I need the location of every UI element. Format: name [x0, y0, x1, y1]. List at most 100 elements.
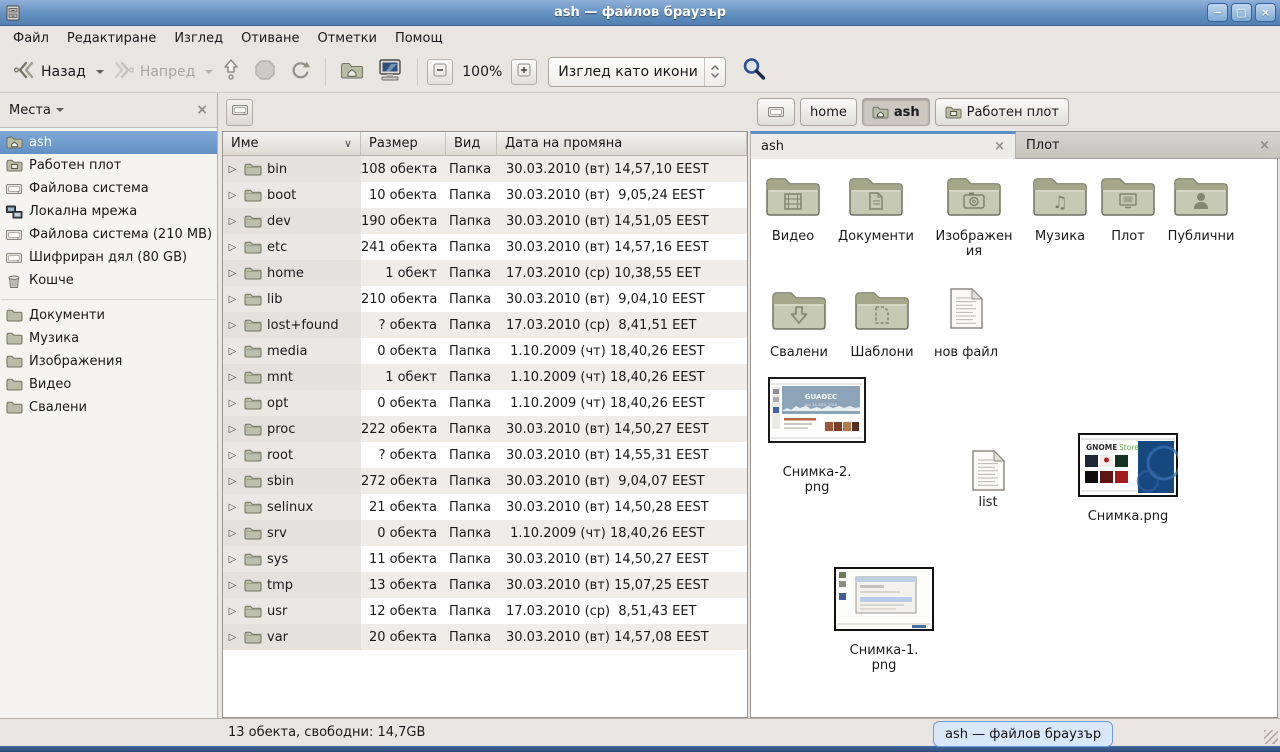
- icon-item-templates[interactable]: Шаблони: [837, 287, 927, 360]
- reload-button[interactable]: [284, 55, 316, 89]
- table-row[interactable]: ▷mnt1 обектПапка 1.10.2009 (чт) 18,40,26…: [223, 364, 747, 390]
- sidebar-item[interactable]: Кошче: [0, 269, 217, 292]
- tab-Плот[interactable]: Плот×: [1016, 131, 1280, 159]
- table-row[interactable]: ▷srv0 обектаПапка 1.10.2009 (чт) 18,40,2…: [223, 520, 747, 546]
- table-row[interactable]: ▷selinux21 обектаПапка30.03.2010 (вт) 14…: [223, 494, 747, 520]
- table-row[interactable]: ▷opt0 обектаПапка 1.10.2009 (чт) 18,40,2…: [223, 390, 747, 416]
- icon-view[interactable]: ВидеоДокументиИзображения♫МузикаПлотПубл…: [750, 159, 1278, 718]
- column-header[interactable]: Дата на промяна: [497, 132, 747, 156]
- column-header[interactable]: Размер: [361, 132, 446, 156]
- minimize-button[interactable]: −: [1207, 3, 1228, 22]
- expander-icon[interactable]: ▷: [226, 190, 239, 201]
- filesystem-root-button[interactable]: [226, 99, 253, 126]
- sidebar-item[interactable]: Шифриран дял (80 GB): [0, 246, 217, 269]
- sidebar-item[interactable]: Музика: [0, 327, 217, 350]
- menu-item[interactable]: Помощ: [386, 28, 452, 49]
- icon-item-snimka1[interactable]: Снимка-1.png: [829, 567, 939, 673]
- menu-item[interactable]: Отметки: [308, 28, 385, 49]
- table-row[interactable]: ▷lost+found? обектаПапка17.03.2010 (ср) …: [223, 312, 747, 338]
- path-button[interactable]: Работен плот: [935, 98, 1069, 126]
- path-button[interactable]: [757, 98, 795, 126]
- table-row[interactable]: ▷proc222 обектаПапка30.03.2010 (вт) 14,5…: [223, 416, 747, 442]
- expander-icon[interactable]: ▷: [226, 164, 239, 175]
- table-row[interactable]: ▷lib210 обектаПапка30.03.2010 (вт) 9,04,…: [223, 286, 747, 312]
- table-row[interactable]: ▷root? обектаПапка30.03.2010 (вт) 14,55,…: [223, 442, 747, 468]
- title-bar[interactable]: ash — файлов браузър − □ ×: [0, 0, 1280, 26]
- menu-item[interactable]: Редактиране: [58, 28, 165, 49]
- sidebar-item[interactable]: Локална мрежа: [0, 200, 217, 223]
- icon-item-documents[interactable]: Документи: [826, 173, 926, 244]
- expander-icon[interactable]: ▷: [226, 606, 239, 617]
- table-row[interactable]: ▷media0 обектаПапка 1.10.2009 (чт) 18,40…: [223, 338, 747, 364]
- expander-icon[interactable]: ▷: [226, 372, 239, 383]
- table-row[interactable]: ▷home1 обектПапка17.03.2010 (ср) 10,38,5…: [223, 260, 747, 286]
- table-row[interactable]: ▷sbin272 обектаПапка30.03.2010 (вт) 9,04…: [223, 468, 747, 494]
- expander-icon[interactable]: ▷: [226, 632, 239, 643]
- expander-icon[interactable]: ▷: [226, 216, 239, 227]
- expander-icon[interactable]: ▷: [226, 554, 239, 565]
- sidebar-item[interactable]: Изображения: [0, 350, 217, 373]
- sidebar-title[interactable]: Места: [9, 103, 51, 118]
- forward-button[interactable]: Напред: [107, 56, 200, 88]
- taskbar-window-button[interactable]: ash — файлов браузър: [933, 721, 1113, 747]
- chevron-down-icon[interactable]: [56, 108, 64, 112]
- menu-item[interactable]: Изглед: [165, 28, 232, 49]
- table-row[interactable]: ▷tmp13 обектаПапка30.03.2010 (вт) 15,07,…: [223, 572, 747, 598]
- table-row[interactable]: ▷dev190 обектаПапка30.03.2010 (вт) 14,51…: [223, 208, 747, 234]
- column-header[interactable]: Вид: [446, 132, 497, 156]
- icon-item-newfile[interactable]: нов файл: [921, 287, 1011, 360]
- icon-item-list[interactable]: list: [948, 449, 1028, 510]
- search-button[interactable]: [739, 54, 770, 89]
- close-button[interactable]: ×: [1255, 3, 1276, 22]
- zoom-in-button[interactable]: [511, 59, 537, 85]
- expander-icon[interactable]: ▷: [226, 346, 239, 357]
- zoom-out-button[interactable]: [427, 59, 453, 85]
- sidebar-item[interactable]: Работен плот: [0, 154, 217, 177]
- sidebar-item[interactable]: Файлова система (210 MB): [0, 223, 217, 246]
- table-row[interactable]: ▷etc241 обектаПапка30.03.2010 (вт) 14,57…: [223, 234, 747, 260]
- view-mode-select[interactable]: Изглед като икони: [548, 57, 726, 87]
- maximize-button[interactable]: □: [1231, 3, 1252, 22]
- sidebar-close-icon[interactable]: ×: [196, 102, 208, 118]
- back-button[interactable]: Назад: [8, 56, 91, 88]
- computer-button[interactable]: [372, 54, 408, 90]
- sidebar-item[interactable]: Файлова система: [0, 177, 217, 200]
- table-row[interactable]: ▷usr12 обектаПапка17.03.2010 (ср) 8,51,4…: [223, 598, 747, 624]
- table-row[interactable]: ▷var20 обектаПапка30.03.2010 (вт) 14,57,…: [223, 624, 747, 650]
- menu-item[interactable]: Отиване: [232, 28, 308, 49]
- expander-icon[interactable]: ▷: [226, 398, 239, 409]
- path-button[interactable]: home: [800, 98, 857, 126]
- column-header[interactable]: Име∨: [223, 132, 361, 156]
- expander-icon[interactable]: ▷: [226, 294, 239, 305]
- expander-icon[interactable]: ▷: [226, 580, 239, 591]
- menu-item[interactable]: Файл: [4, 28, 58, 49]
- expander-icon[interactable]: ▷: [226, 242, 239, 253]
- tab-close-icon[interactable]: ×: [1259, 138, 1270, 153]
- tab-close-icon[interactable]: ×: [994, 139, 1005, 154]
- icon-item-public[interactable]: Публични: [1153, 173, 1249, 244]
- sidebar-item[interactable]: Видео: [0, 373, 217, 396]
- tab-ash[interactable]: ash×: [750, 131, 1016, 159]
- icon-item-downloads[interactable]: Свалени: [754, 287, 844, 360]
- expander-icon[interactable]: ▷: [226, 450, 239, 461]
- icon-item-snimka2[interactable]: GUADECJuly 24-30th, 2010Снимка-2.png: [762, 377, 872, 495]
- table-row[interactable]: ▷sys11 обектаПапка30.03.2010 (вт) 14,50,…: [223, 546, 747, 572]
- home-button[interactable]: [335, 56, 369, 88]
- expander-icon[interactable]: ▷: [226, 502, 239, 513]
- back-history-chevron-icon[interactable]: [96, 70, 104, 74]
- expander-icon[interactable]: ▷: [226, 320, 239, 331]
- resize-grip[interactable]: [1264, 730, 1278, 744]
- sidebar-item[interactable]: Документи: [0, 304, 217, 327]
- icon-item-snimka[interactable]: GNOMEStoreСнимка.png: [1070, 433, 1186, 524]
- expander-icon[interactable]: ▷: [226, 268, 239, 279]
- sidebar-item[interactable]: Свалени: [0, 396, 217, 419]
- icon-item-pictures[interactable]: Изображения: [926, 173, 1022, 259]
- expander-icon[interactable]: ▷: [226, 424, 239, 435]
- expander-icon[interactable]: ▷: [226, 528, 239, 539]
- expander-icon[interactable]: ▷: [226, 476, 239, 487]
- stop-button[interactable]: [249, 55, 281, 89]
- path-button[interactable]: ash: [862, 98, 930, 126]
- up-button[interactable]: [216, 54, 246, 89]
- table-row[interactable]: ▷boot10 обектаПапка30.03.2010 (вт) 9,05,…: [223, 182, 747, 208]
- sidebar-item[interactable]: ash: [0, 131, 217, 154]
